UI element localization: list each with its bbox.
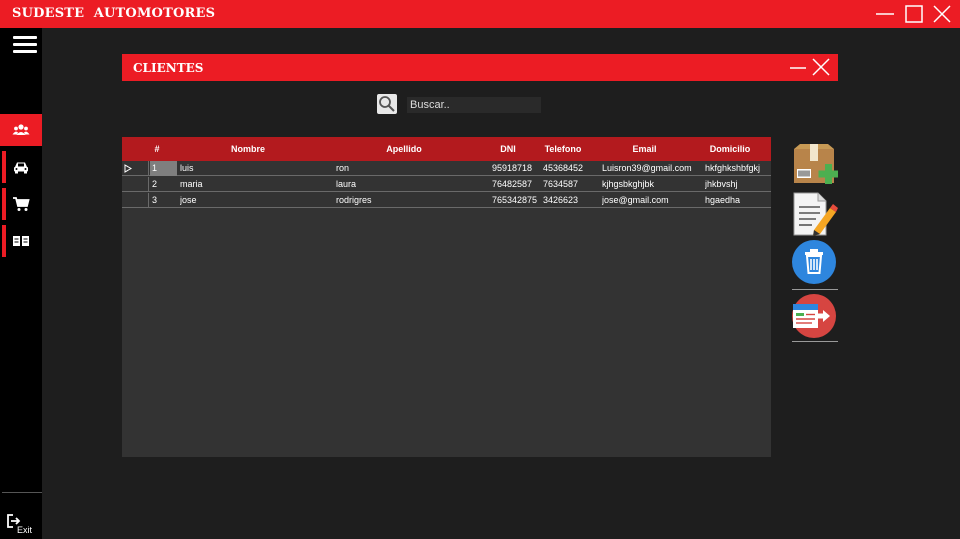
- cell-dni[interactable]: 765342875: [492, 195, 542, 205]
- cell-apellido[interactable]: ron: [336, 163, 486, 173]
- sidebar-item-registros[interactable]: [0, 225, 42, 257]
- row-header[interactable]: [122, 193, 149, 208]
- action-divider: [792, 341, 838, 342]
- cell-email[interactable]: jose@gmail.com: [602, 195, 702, 205]
- column-header-nombre[interactable]: Nombre: [178, 144, 318, 154]
- column-header-telefono[interactable]: Telefono: [541, 144, 585, 154]
- sidebar-item-clientes[interactable]: [0, 114, 42, 146]
- box-add-icon: [794, 144, 838, 184]
- cell-email[interactable]: kjhgsbkghjbk: [602, 179, 702, 189]
- export-icon: [792, 294, 836, 338]
- cell-dni[interactable]: 95918718: [492, 163, 542, 173]
- sidebar: Exit: [0, 28, 42, 539]
- cell-domicilio[interactable]: hkfghkshbfgkj: [705, 163, 771, 173]
- users-icon: [12, 124, 30, 135]
- car-icon: [14, 162, 28, 174]
- column-header-dni[interactable]: DNI: [490, 144, 526, 154]
- action-divider: [792, 289, 838, 290]
- edit-client-button[interactable]: [790, 190, 838, 238]
- cell-id[interactable]: 2: [152, 179, 176, 189]
- close-panel-icon[interactable]: [811, 57, 831, 77]
- app-title: SUDESTE AUTOMOTORES: [12, 6, 216, 21]
- table-header: # Nombre Apellido DNI Telefono Email Dom…: [122, 137, 771, 161]
- cell-id[interactable]: 1: [152, 163, 176, 173]
- cell-domicilio[interactable]: jhkbvshj: [705, 179, 771, 189]
- exit-button[interactable]: Exit: [6, 514, 36, 538]
- table-row[interactable]: 1 luis ron 95918718 45368452 Luisron39@g…: [122, 161, 771, 176]
- cell-telefono[interactable]: 45368452: [543, 163, 599, 173]
- row-header[interactable]: [122, 161, 149, 176]
- maximize-icon[interactable]: [903, 4, 925, 24]
- sidebar-item-vehiculos[interactable]: [0, 151, 42, 183]
- table-row[interactable]: 3 jose rodrigres 765342875 3426623 jose@…: [122, 193, 771, 208]
- cart-icon: [13, 197, 30, 211]
- column-header-id[interactable]: #: [150, 144, 164, 154]
- panel-title: CLIENTES: [133, 61, 204, 75]
- search-input[interactable]: [407, 97, 541, 113]
- cell-nombre[interactable]: jose: [180, 195, 330, 205]
- clientes-panel-header: CLIENTES: [122, 54, 838, 81]
- cell-id[interactable]: 3: [152, 195, 176, 205]
- sidebar-item-ventas[interactable]: [0, 188, 42, 220]
- export-client-button[interactable]: [790, 292, 838, 340]
- cell-apellido[interactable]: rodrigres: [336, 195, 486, 205]
- row-selector-icon: [124, 164, 132, 173]
- title-bar: SUDESTE AUTOMOTORES: [0, 0, 960, 28]
- cell-dni[interactable]: 76482587: [492, 179, 542, 189]
- cell-email[interactable]: Luisron39@gmail.com: [602, 163, 702, 173]
- clientes-table: # Nombre Apellido DNI Telefono Email Dom…: [122, 137, 771, 457]
- column-header-email[interactable]: Email: [602, 144, 687, 154]
- table-row[interactable]: 2 maria laura 76482587 7634587 kjhgsbkgh…: [122, 177, 771, 192]
- close-icon[interactable]: [931, 4, 953, 24]
- exit-label: Exit: [17, 525, 33, 535]
- trash-icon: [792, 240, 836, 284]
- sidebar-divider: [2, 492, 42, 493]
- minimize-panel-icon[interactable]: [788, 57, 808, 77]
- column-header-domicilio[interactable]: Domicilio: [704, 144, 756, 154]
- cell-apellido[interactable]: laura: [336, 179, 486, 189]
- add-client-button[interactable]: [790, 140, 838, 188]
- cell-nombre[interactable]: luis: [180, 163, 330, 173]
- menu-icon[interactable]: [13, 36, 37, 54]
- cell-telefono[interactable]: 7634587: [543, 179, 599, 189]
- document-edit-icon: [793, 192, 838, 236]
- cell-domicilio[interactable]: hgaedha: [705, 195, 771, 205]
- delete-client-button[interactable]: [790, 238, 838, 286]
- column-header-apellido[interactable]: Apellido: [334, 144, 474, 154]
- book-icon: [13, 236, 29, 246]
- minimize-icon[interactable]: [874, 4, 896, 24]
- search-icon[interactable]: [376, 93, 398, 115]
- row-header[interactable]: [122, 177, 149, 192]
- cell-nombre[interactable]: maria: [180, 179, 330, 189]
- cell-telefono[interactable]: 3426623: [543, 195, 599, 205]
